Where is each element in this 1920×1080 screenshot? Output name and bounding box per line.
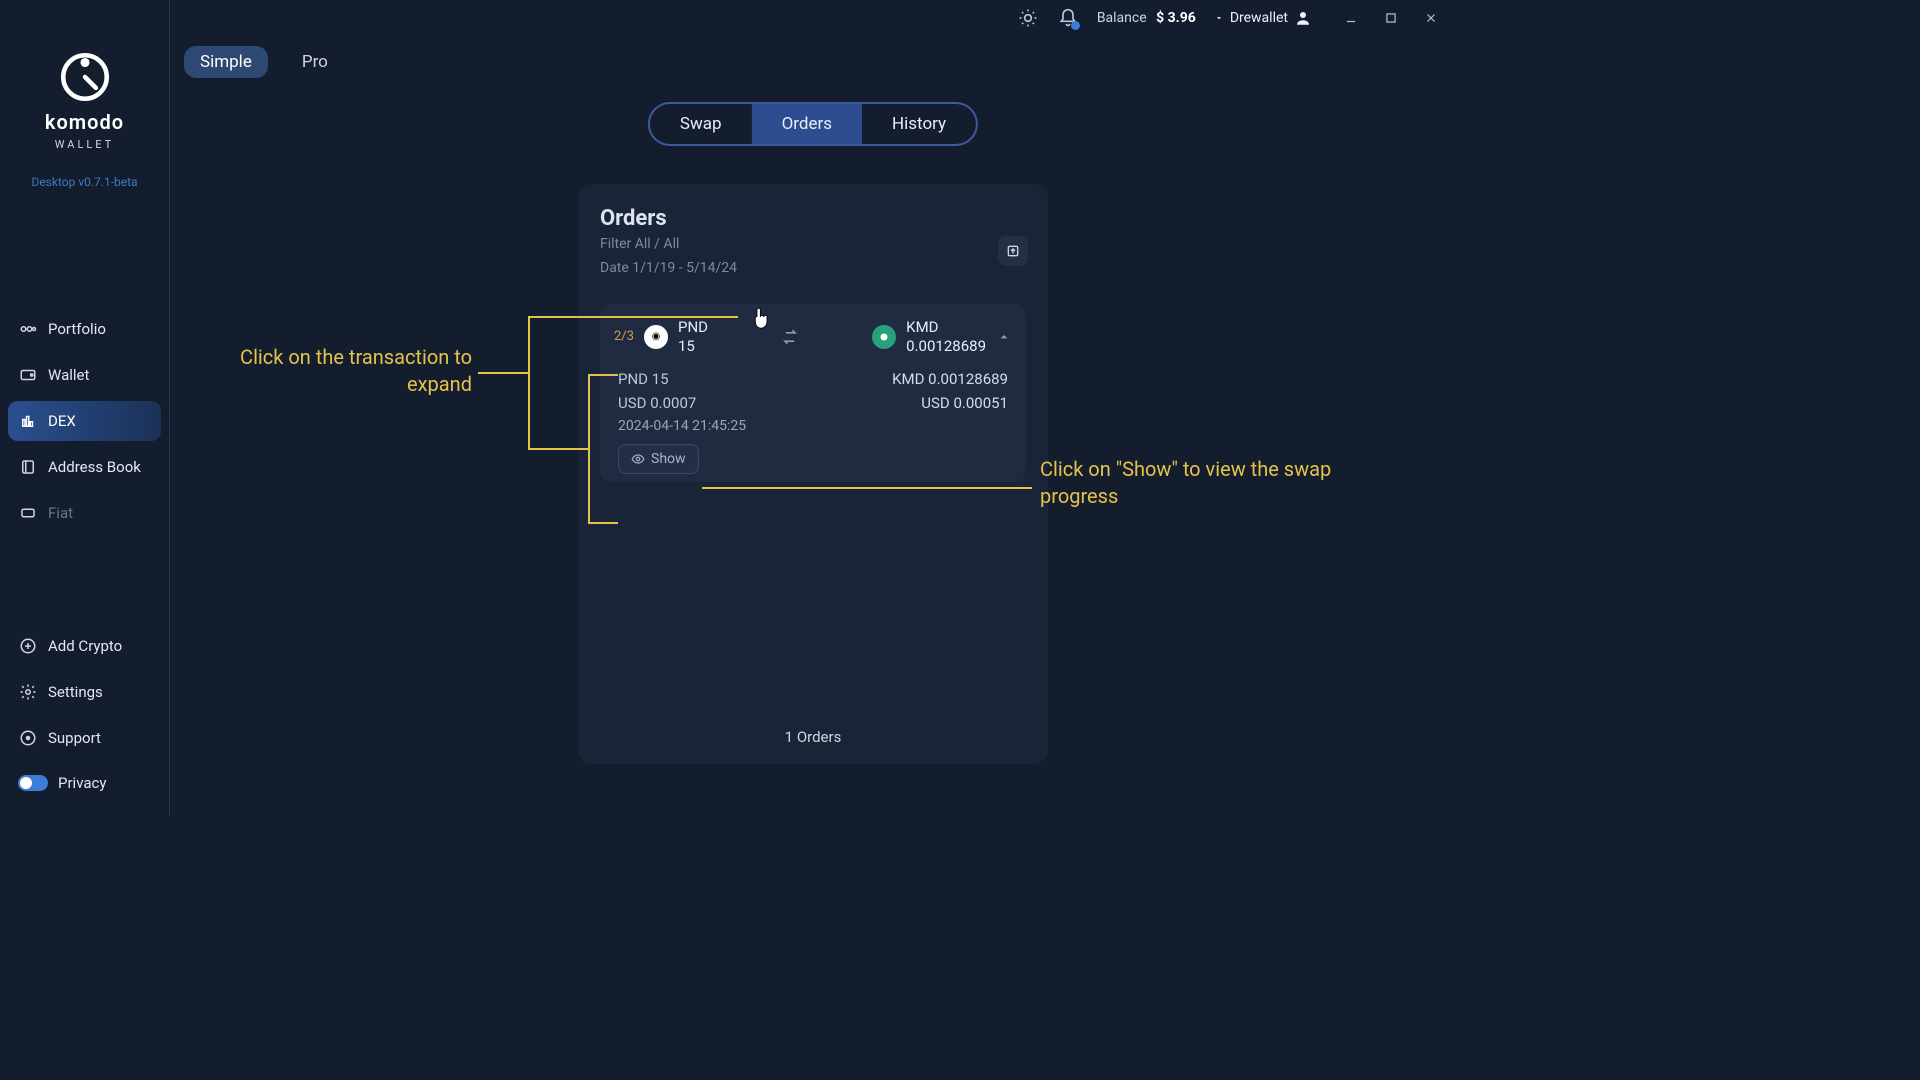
cursor-pointer-icon [752,306,772,332]
orders-count: 1 Orders [578,728,1048,746]
order-progress-fraction: 2/3 [614,329,634,344]
from-symbol: PND [678,318,708,337]
sidebar-item-fiat: Fiat [8,493,161,533]
bell-icon[interactable] [1057,7,1079,29]
sidebar-item-settings[interactable]: Settings [8,672,161,712]
sidebar-item-label: Support [48,729,101,747]
order-from-pair: PND 15 [678,318,708,356]
annotation-line [588,374,590,524]
order-row[interactable]: 2/3 ◉ PND 15 KMD 0.00128689 [600,304,1026,482]
sidebar-item-label: Privacy [58,774,106,792]
toggle-icon[interactable] [18,775,48,791]
sidebar-item-wallet[interactable]: Wallet [8,355,161,395]
seg-orders[interactable]: Orders [752,104,862,144]
annotation-left: Click on the transaction to expand [172,344,472,398]
sidebar-item-label: Add Crypto [48,637,122,655]
order-to-pair: KMD 0.00128689 [906,318,986,356]
orders-panel: Orders Filter All / All Date 1/1/19 - 5/… [578,184,1048,764]
logo-icon [56,48,114,106]
version-label: Desktop v0.7.1-beta [0,175,169,189]
theme-icon[interactable] [1017,7,1039,29]
window-close-icon[interactable] [1420,7,1442,29]
balance-label: Balance $ 3.96 [1097,10,1196,26]
mode-tabs: Simple Pro [170,34,1456,90]
balance-value: $ 3.96 [1156,10,1196,26]
detail-to: KMD 0.00128689 [892,370,1008,388]
annotation-line [702,487,1032,489]
user-menu[interactable]: Drewallet [1214,9,1312,27]
window-minimize-icon[interactable] [1340,7,1362,29]
export-icon [1005,243,1021,259]
addressbook-icon [18,457,38,477]
seg-history[interactable]: History [862,104,976,144]
to-symbol: KMD [906,318,986,337]
show-button[interactable]: Show [618,444,699,474]
logo-subtext: WALLET [55,138,114,151]
gear-icon [18,682,38,702]
tab-simple[interactable]: Simple [184,46,268,78]
sidebar-nav: Portfolio Wallet DEX Address Book Fiat [0,309,169,533]
sidebar-item-portfolio[interactable]: Portfolio [8,309,161,349]
add-icon [18,636,38,656]
detail-from: PND 15 [618,370,669,388]
sidebar-item-addcrypto[interactable]: Add Crypto [8,626,161,666]
sidebar-item-privacy[interactable]: Privacy [8,764,161,802]
panel-date-line: Date 1/1/19 - 5/14/24 [600,259,1026,279]
order-row-body: PND 15 KMD 0.00128689 USD 0.0007 USD 0.0… [614,370,1012,474]
dex-segmented: Swap Orders History [648,102,978,146]
annotation-line [478,372,530,374]
swap-icon [718,327,862,347]
user-name: Drewallet [1230,10,1288,26]
detail-from-usd: USD 0.0007 [618,394,696,412]
sidebar-item-support[interactable]: Support [8,718,161,758]
dex-icon [18,411,38,431]
chevron-up-icon [996,329,1012,345]
eye-icon [631,452,645,466]
sidebar-item-label: Wallet [48,366,89,384]
fiat-icon [18,503,38,523]
detail-to-usd: USD 0.00051 [921,394,1008,412]
support-icon [18,728,38,748]
annotation-line [528,316,530,450]
balance-text: Balance [1097,10,1147,26]
wallet-icon [18,365,38,385]
annotation-right: Click on "Show" to view the swap progres… [1040,456,1360,510]
sidebar-item-label: Settings [48,683,103,701]
window-maximize-icon[interactable] [1380,7,1402,29]
sidebar-bottom-nav: Add Crypto Settings Support Privacy [0,626,169,802]
show-label: Show [651,451,686,467]
app-logo: komodo WALLET [0,48,169,151]
annotation-line [528,316,738,318]
notification-dot-icon [1071,21,1080,30]
from-amount: 15 [678,337,708,356]
sidebar-item-addressbook[interactable]: Address Book [8,447,161,487]
annotation-line [588,522,618,524]
main-area: Simple Pro Swap Orders History Orders Fi… [170,34,1456,816]
export-button[interactable] [998,236,1028,266]
window-titlebar: Balance $ 3.96 Drewallet [0,0,1456,36]
to-amount: 0.00128689 [906,337,986,356]
user-icon [1294,9,1312,27]
coin-kmd-icon [872,325,896,349]
annotation-line [528,448,588,450]
sidebar-item-label: Address Book [48,458,141,476]
portfolio-icon [18,319,38,339]
panel-filter-line: Filter All / All [600,235,1026,255]
sidebar-item-dex[interactable]: DEX [8,401,161,441]
sidebar-item-label: Fiat [48,504,73,522]
seg-swap[interactable]: Swap [650,104,752,144]
sidebar: komodo WALLET Desktop v0.7.1-beta Portfo… [0,0,170,816]
order-timestamp: 2024-04-14 21:45:25 [618,418,1008,434]
tab-pro[interactable]: Pro [286,46,344,78]
sidebar-item-label: DEX [48,412,76,430]
panel-title: Orders [600,206,1026,231]
coin-pnd-icon: ◉ [644,325,668,349]
order-row-header[interactable]: 2/3 ◉ PND 15 KMD 0.00128689 [614,318,1012,356]
annotation-line [588,374,618,376]
sidebar-item-label: Portfolio [48,320,106,338]
chevron-down-icon [1214,13,1224,23]
logo-text: komodo [45,110,124,134]
